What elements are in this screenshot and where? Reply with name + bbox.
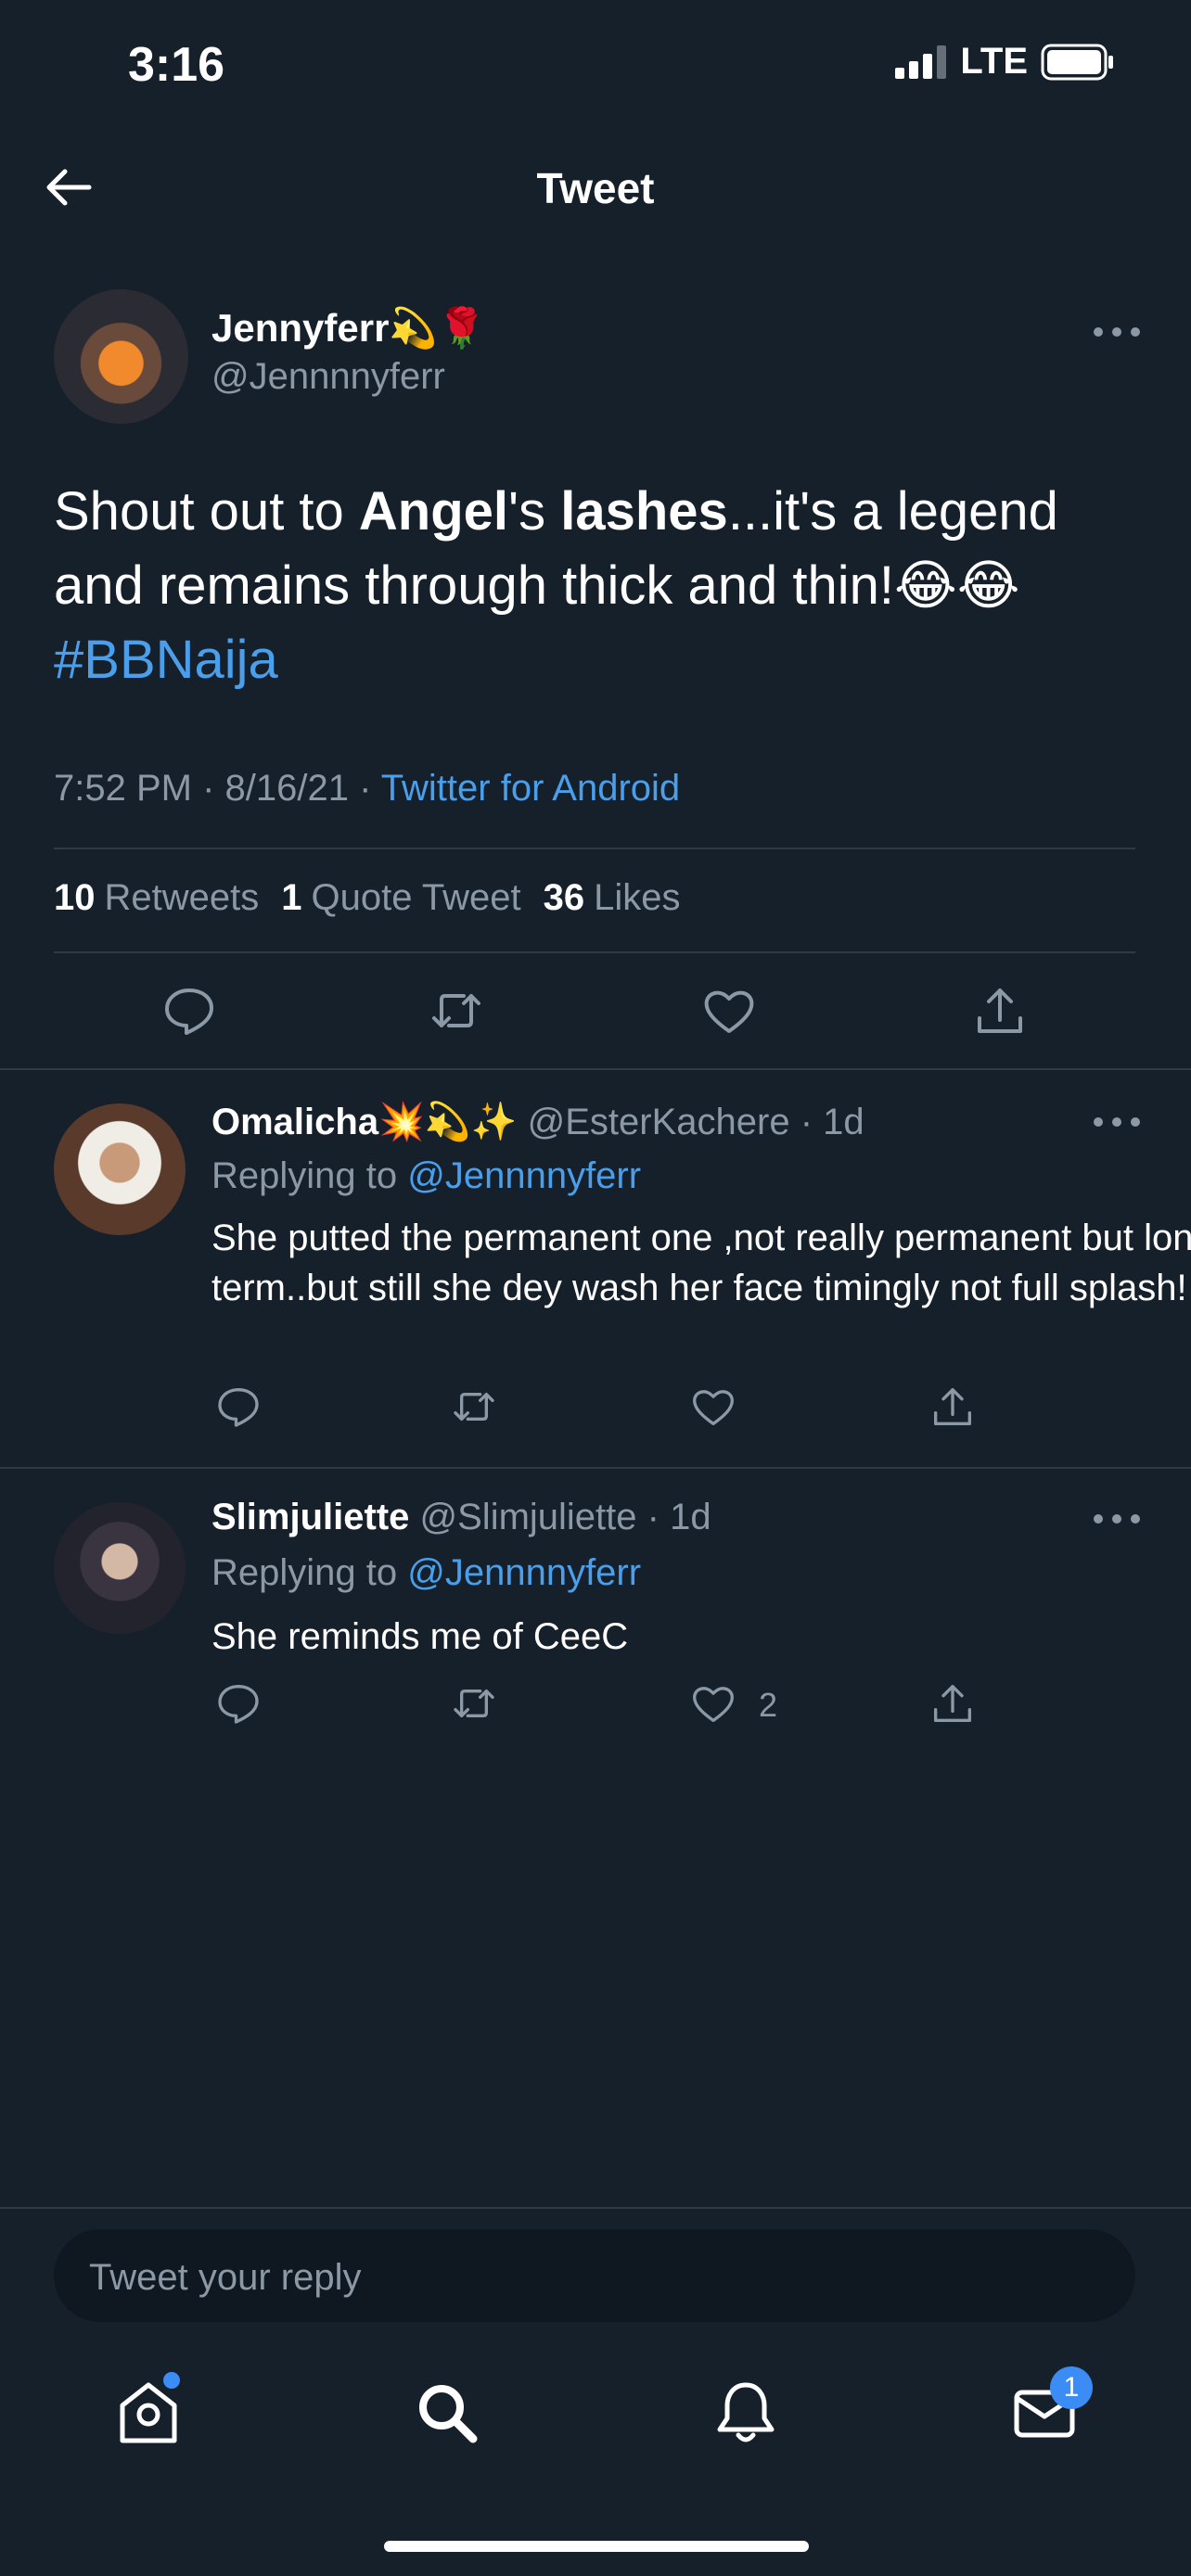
- share-icon[interactable]: [929, 1384, 976, 1430]
- reply-author-emoji: 💥💫✨: [378, 1102, 518, 1142]
- share-icon[interactable]: [929, 1680, 976, 1727]
- reply-icon[interactable]: [161, 983, 217, 1039]
- author-name[interactable]: Jennyferr💫🌹: [211, 306, 486, 351]
- likes-stat[interactable]: 36 Likes: [544, 877, 681, 919]
- tweet-source-link[interactable]: Twitter for Android: [381, 768, 680, 809]
- tweet-text: Shout out to Angel's lashes...it's a leg…: [54, 475, 1130, 697]
- signal-icon: [895, 45, 947, 79]
- retweets-stat[interactable]: 10 Retweets: [54, 877, 259, 919]
- text-bold-angel: Angel: [358, 481, 509, 542]
- divider: [0, 2207, 1191, 2209]
- tweet-time: 7:52 PM · 8/16/21 ·: [54, 768, 381, 809]
- reply-icon[interactable]: [215, 1384, 262, 1430]
- tweet-stats: 10 Retweets 1 Quote Tweet 36 Likes: [54, 877, 680, 919]
- replying-prefix: Replying to: [211, 1552, 408, 1593]
- divider: [0, 1068, 1191, 1070]
- quotes-stat[interactable]: 1 Quote Tweet: [281, 877, 520, 919]
- text-bold-lashes: lashes: [560, 481, 728, 542]
- reply-handle-time[interactable]: @Slimjuliette · 1d: [420, 1497, 711, 1537]
- like-icon[interactable]: [690, 1680, 736, 1727]
- tweet-meta: 7:52 PM · 8/16/21 · Twitter for Android: [54, 768, 680, 810]
- like-icon[interactable]: [690, 1384, 736, 1430]
- author-emoji: 💫🌹: [389, 306, 487, 350]
- divider: [54, 848, 1135, 849]
- replying-to: Replying to @Jennnnyferr: [211, 1552, 641, 1594]
- retweet-icon[interactable]: [429, 983, 484, 1039]
- replying-to: Replying to @Jennnnyferr: [211, 1155, 641, 1197]
- more-icon[interactable]: [1089, 1113, 1145, 1131]
- more-icon[interactable]: [1089, 323, 1145, 341]
- like-icon[interactable]: [701, 983, 757, 1039]
- reply-header: Slimjuliette @Slimjuliette · 1d: [211, 1497, 711, 1538]
- share-icon[interactable]: [972, 983, 1028, 1039]
- hashtag-link[interactable]: #BBNaija: [54, 630, 278, 690]
- bell-icon[interactable]: [711, 2378, 781, 2448]
- author-name-text: Jennyferr: [211, 306, 390, 350]
- replying-prefix: Replying to: [211, 1155, 408, 1196]
- home-indicator: [384, 2541, 809, 2552]
- battery-icon: [1041, 44, 1113, 80]
- messages-badge: 1: [1050, 2366, 1093, 2409]
- status-time: 3:16: [128, 38, 225, 92]
- author-avatar[interactable]: [54, 289, 188, 424]
- text-part: Shout out to: [54, 481, 359, 542]
- retweet-icon[interactable]: [451, 1680, 497, 1727]
- text-part: 's: [508, 481, 561, 542]
- reply-author-name[interactable]: Slimjuliette: [211, 1497, 409, 1537]
- reply-text: She putted the permanent one ,not really…: [211, 1218, 1191, 1308]
- status-indicators: LTE: [895, 41, 1115, 83]
- reply-icon[interactable]: [215, 1680, 262, 1727]
- search-icon[interactable]: [412, 2378, 482, 2448]
- author-handle[interactable]: @Jennnnyferr: [211, 356, 445, 398]
- reply-text: She reminds me of CeeC: [211, 1616, 629, 1657]
- composer-placeholder[interactable]: Tweet your reply: [89, 2257, 361, 2299]
- more-icon[interactable]: [1089, 1510, 1145, 1528]
- divider: [0, 1467, 1191, 1469]
- replying-handle-link[interactable]: @Jennnnyferr: [407, 1155, 641, 1196]
- reply-avatar[interactable]: [54, 1502, 186, 1634]
- page-title: Tweet: [536, 164, 655, 212]
- divider: [54, 951, 1135, 953]
- reply-header: Omalicha💥💫✨ @EsterKachere · 1d: [211, 1100, 864, 1143]
- reply-author-name[interactable]: Omalicha: [211, 1102, 378, 1142]
- network-label: LTE: [960, 41, 1028, 82]
- reply-avatar[interactable]: [54, 1103, 186, 1235]
- like-count: 2: [759, 1686, 778, 1724]
- replying-handle-link[interactable]: @Jennnnyferr: [407, 1552, 641, 1593]
- retweet-icon[interactable]: [451, 1384, 497, 1430]
- reply-handle-time[interactable]: @EsterKachere · 1d: [528, 1102, 864, 1142]
- home-notification-dot: [163, 2372, 180, 2389]
